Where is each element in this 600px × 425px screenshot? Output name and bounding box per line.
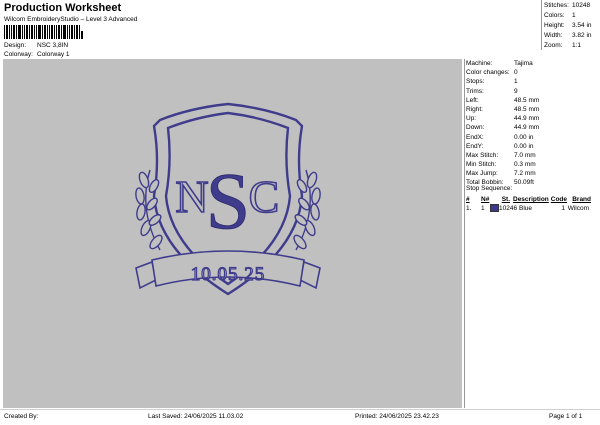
col-header-needle: N# xyxy=(481,196,490,203)
info-label: EndX: xyxy=(466,133,484,141)
info-row: Machine: Tajima xyxy=(466,59,598,68)
summary-row: Height: 3.54 in xyxy=(544,21,598,31)
info-row: Trims: 9 xyxy=(466,87,598,96)
summary-value: 3.54 in xyxy=(572,22,592,29)
info-row: Color changes: 0 xyxy=(466,68,598,77)
colorway-label: Colorway: xyxy=(4,51,33,58)
info-label: Down: xyxy=(466,124,485,132)
info-label: Min Stitch: xyxy=(466,161,497,169)
stop-sequence-heading: Stop Sequence: xyxy=(466,185,513,192)
col-header-code: Code xyxy=(550,196,567,203)
info-value: Tajima xyxy=(514,60,533,67)
info-label: Up: xyxy=(466,115,477,123)
summary-divider xyxy=(541,0,542,50)
info-label: Color changes: xyxy=(466,69,510,77)
info-value: 0 xyxy=(514,69,518,77)
footer: Created By: Last Saved: 24/06/2025 11.03… xyxy=(0,409,600,425)
monogram-left-letter: N xyxy=(175,171,208,222)
info-row: Right: 48.5 mm xyxy=(466,105,598,114)
info-value: 1 xyxy=(514,78,518,86)
info-value: 44.9 mm xyxy=(514,115,540,123)
info-row: Down: 44.9 mm xyxy=(466,123,598,132)
info-value: 0.3 mm xyxy=(514,161,536,169)
monogram-center-letter: S xyxy=(206,158,251,246)
info-value: 0.00 in xyxy=(514,133,534,141)
footer-page: Page 1 of 1 xyxy=(549,413,583,420)
info-row: Stops: 1 xyxy=(466,77,598,86)
info-label: Stops: xyxy=(466,78,485,86)
info-row: Up: 44.9 mm xyxy=(466,114,598,123)
embroidery-design: N S C 10.05.25 xyxy=(135,102,321,296)
design-row: Design: NSC 3,8IN xyxy=(4,42,68,49)
laurel-right xyxy=(293,169,321,251)
info-divider xyxy=(464,59,465,408)
info-row: EndY: 0.00 in xyxy=(466,142,598,151)
info-value: 7.0 mm xyxy=(514,151,536,159)
summary-row: Stitches: 10248 xyxy=(544,1,598,11)
design-label: Design: xyxy=(4,42,27,49)
row-index: 1. xyxy=(466,205,472,212)
summary-value: 1:1 xyxy=(572,42,582,49)
row-code: 1 xyxy=(561,205,565,212)
summary-value: 1 xyxy=(572,12,576,19)
colorway-row: Colorway: Colorway 1 xyxy=(4,51,70,58)
info-value: 44.9 mm xyxy=(514,124,540,132)
info-value: 7.2 mm xyxy=(514,170,536,178)
summary-label: Width: xyxy=(544,32,563,39)
info-label: EndY: xyxy=(466,142,484,150)
banner-date-text: 10.05.25 xyxy=(191,264,266,285)
col-header-stitches: St. xyxy=(501,196,510,203)
col-header-index: # xyxy=(466,196,470,203)
summary-value: 3.82 in xyxy=(572,32,592,39)
stop-sequence-table: # N# St. Description Code Brand 1. 1 102… xyxy=(466,195,598,213)
thread-color-swatch xyxy=(490,204,499,213)
info-value: 48.5 mm xyxy=(514,105,540,113)
summary-label: Height: xyxy=(544,22,565,29)
info-label: Trims: xyxy=(466,87,484,95)
table-row: 1. 1 10246 Blue 1 Wilcom xyxy=(466,204,598,213)
footer-printed: Printed: 24/06/2025 23.42.23 xyxy=(355,413,439,420)
worksheet-title: Production Worksheet xyxy=(4,2,122,14)
row-stitches: 10246 xyxy=(499,205,518,212)
summary-label: Stitches: xyxy=(544,2,569,9)
footer-last-saved: Last Saved: 24/06/2025 11.03.02 xyxy=(148,413,244,420)
row-needle: 1 xyxy=(481,205,485,212)
summary-panel: Stitches: 10248 Colors: 1 Height: 3.54 in W… xyxy=(544,1,598,51)
col-header-brand: Brand xyxy=(572,196,591,203)
info-value: 48.5 mm xyxy=(514,96,540,104)
stop-sequence-header: # N# St. Description Code Brand xyxy=(466,195,598,204)
info-label: Left: xyxy=(466,96,479,104)
info-value: 0.00 in xyxy=(514,142,534,150)
info-label: Right: xyxy=(466,105,483,113)
barcode xyxy=(4,25,83,39)
laurel-left xyxy=(135,169,163,251)
footer-created-by: Created By: xyxy=(4,413,39,420)
info-label: Max Stitch: xyxy=(466,151,499,159)
info-row: Min Stitch: 0.3 mm xyxy=(466,160,598,169)
info-row: EndX: 0.00 in xyxy=(466,133,598,142)
summary-value: 10248 xyxy=(572,2,591,9)
info-label: Machine: xyxy=(466,60,493,67)
info-value: 9 xyxy=(514,87,518,95)
summary-label: Colors: xyxy=(544,12,565,19)
summary-row: Width: 3.82 in xyxy=(544,31,598,41)
summary-row: Colors: 1 xyxy=(544,11,598,21)
row-brand: Wilcom xyxy=(567,205,589,212)
machine-info-panel: Machine: Tajima Color changes: 0 Stops: 1 T… xyxy=(466,59,598,188)
info-label: Max Jump: xyxy=(466,170,498,178)
design-value: NSC 3,8IN xyxy=(37,42,69,49)
colorway-value: Colorway 1 xyxy=(37,51,70,58)
col-header-description: Description xyxy=(513,196,549,203)
monogram-right-letter: C xyxy=(249,171,280,222)
row-description: Blue xyxy=(519,205,533,212)
info-row: Left: 48.5 mm xyxy=(466,96,598,105)
software-subtitle: Wilcom EmbroideryStudio – Level 3 Advanc… xyxy=(4,16,138,23)
summary-label: Zoom: xyxy=(544,42,563,49)
summary-row: Zoom: 1:1 xyxy=(544,41,598,51)
row-color-swatch-cell xyxy=(490,204,499,213)
info-row: Max Stitch: 7.0 mm xyxy=(466,151,598,160)
info-row: Max Jump: 7.2 mm xyxy=(466,169,598,178)
